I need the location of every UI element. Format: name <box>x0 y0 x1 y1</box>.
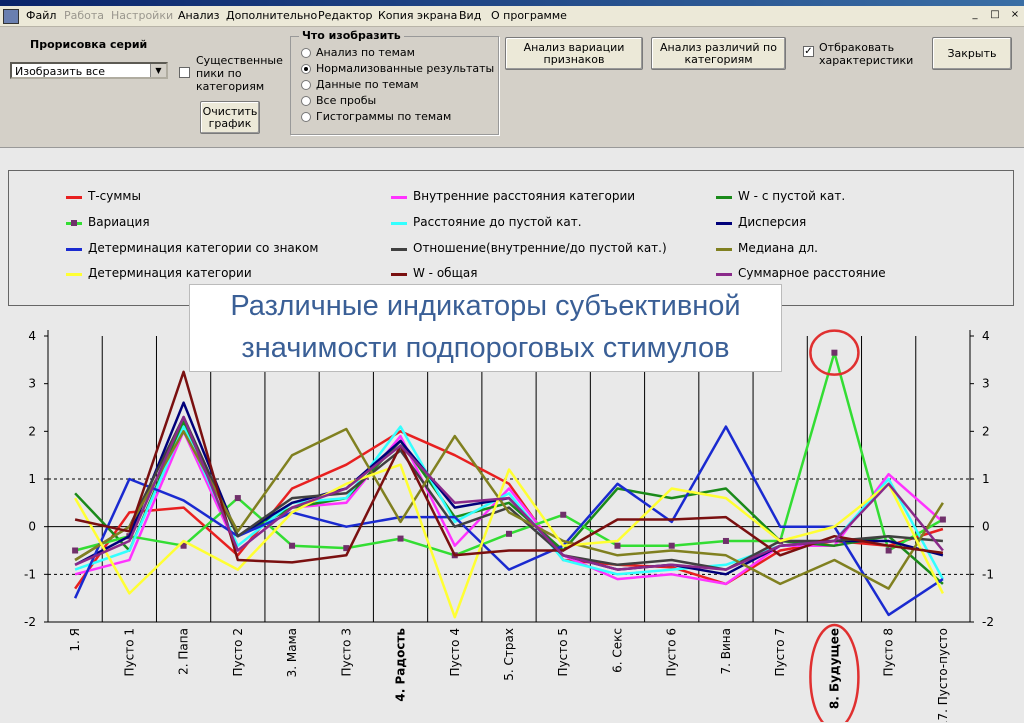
x-tick-label: 1. Я <box>68 628 82 652</box>
x-tick-label: 7. Вина <box>719 628 733 675</box>
y-tick-label-left: 3 <box>28 377 36 391</box>
series-marker <box>722 537 729 544</box>
x-tick-label: 8. Будущее <box>827 628 841 709</box>
series-marker <box>289 542 296 549</box>
y-tick-label-left: 0 <box>28 520 36 534</box>
x-tick-label: Пусто 4 <box>448 628 462 677</box>
y-tick-label-right: 0 <box>982 520 990 534</box>
x-tick-label: Пусто 8 <box>882 628 896 677</box>
series-marker <box>885 547 892 554</box>
series-marker <box>234 495 241 502</box>
x-tick-label: Пусто 7 <box>773 628 787 677</box>
series-marker <box>668 542 675 549</box>
x-tick-label: 2. Папа <box>177 628 191 675</box>
x-tick-label: 4. Радость <box>394 628 408 702</box>
y-tick-label-left: -2 <box>24 615 36 629</box>
y-tick-label-left: 4 <box>28 329 36 343</box>
x-tick-label: Пусто 6 <box>665 628 679 677</box>
x-tick-label: Пусто 5 <box>556 628 570 677</box>
y-tick-label-right: 3 <box>982 377 990 391</box>
overlay-caption: Различные индикаторы субъективной значим… <box>189 284 782 372</box>
x-tick-label: 17. Пусто-пусто <box>936 628 950 722</box>
series-marker <box>614 542 621 549</box>
series-marker <box>560 511 567 518</box>
y-tick-label-right: 4 <box>982 329 990 343</box>
x-tick-label: Пусто 1 <box>122 628 136 677</box>
overlay-caption-line-2: значимости подпороговых стимулов <box>241 332 730 364</box>
x-tick-label: Пусто 3 <box>339 628 353 677</box>
y-tick-label-right: -2 <box>982 615 994 629</box>
series-marker <box>72 547 79 554</box>
y-tick-label-right: -1 <box>982 567 994 581</box>
x-tick-label: 3. Мама <box>285 628 299 677</box>
y-tick-label-left: 1 <box>28 472 36 486</box>
overlay-caption-line-1: Различные индикаторы субъективной <box>230 290 741 322</box>
y-tick-label-right: 2 <box>982 424 990 438</box>
series-marker <box>506 530 512 537</box>
series-marker <box>397 535 404 542</box>
y-tick-label-right: 1 <box>982 472 990 486</box>
x-tick-label: 6. Секс <box>610 628 624 673</box>
x-tick-label: 5. Страх <box>502 628 516 681</box>
x-tick-label: Пусто 2 <box>231 628 245 677</box>
series-marker <box>939 516 946 523</box>
series-marker <box>831 349 838 356</box>
y-tick-label-left: -1 <box>24 567 36 581</box>
y-tick-label-left: 2 <box>28 424 36 438</box>
